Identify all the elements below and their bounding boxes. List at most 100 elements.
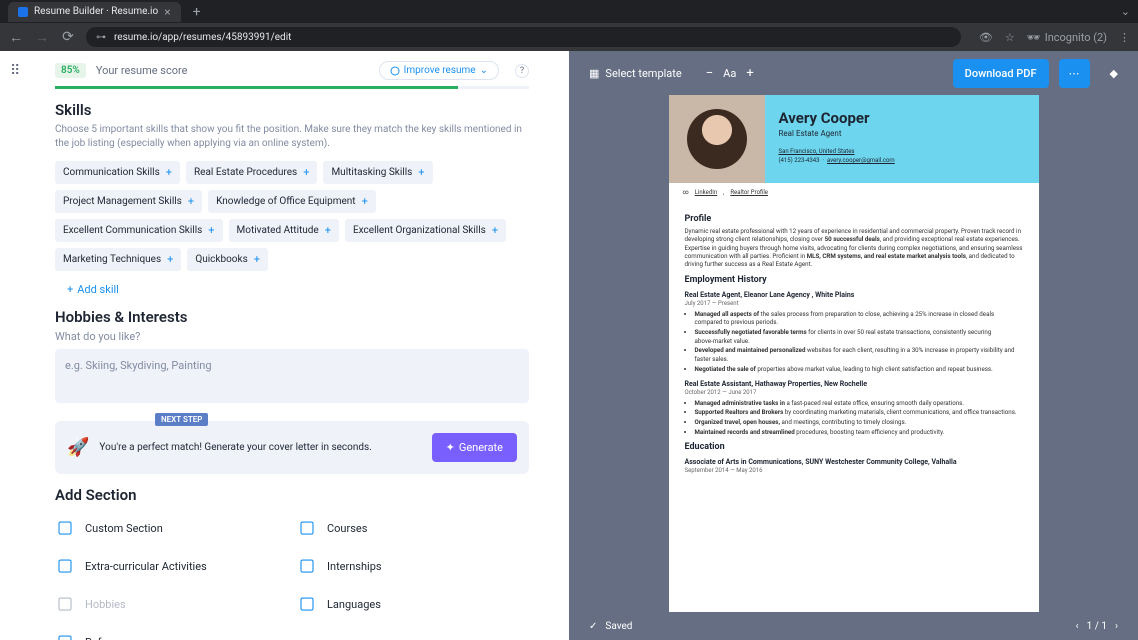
brand-icon: ◆ bbox=[1110, 67, 1118, 80]
add-section-ref[interactable]: References bbox=[55, 628, 287, 640]
add-section-intern[interactable]: Internships bbox=[297, 552, 529, 580]
add-skill-label: Add skill bbox=[77, 283, 119, 296]
skill-chip[interactable]: Excellent Organizational Skills+ bbox=[345, 219, 506, 242]
sparkle-icon bbox=[390, 66, 400, 76]
prev-page-button[interactable]: ‹ bbox=[1076, 621, 1079, 632]
lang-icon bbox=[297, 594, 317, 614]
chevron-down-icon: ⌄ bbox=[480, 65, 488, 76]
edu1-date: September 2014 — May 2016 bbox=[685, 467, 1023, 474]
employment-heading: Employment History bbox=[685, 275, 1023, 285]
resume-email: avery.cooper@gmail.com bbox=[827, 157, 895, 164]
skill-chip[interactable]: Communication Skills + bbox=[55, 161, 180, 184]
plus-icon: + bbox=[418, 166, 424, 179]
close-icon[interactable]: × bbox=[164, 5, 170, 19]
chevron-down-icon[interactable]: ⌄ bbox=[1121, 5, 1130, 18]
incognito-indicator[interactable]: 🕶 Incognito (2) bbox=[1027, 31, 1107, 44]
improve-resume-button[interactable]: Improve resume ⌄ bbox=[379, 61, 499, 80]
score-badge: 85% bbox=[55, 63, 86, 78]
chip-label: Excellent Communication Skills bbox=[63, 225, 202, 236]
resume-phone: (415) 223-4343 bbox=[779, 157, 820, 164]
job1-date: July 2017 — Present bbox=[685, 300, 1023, 307]
grid-icon: ▦ bbox=[589, 67, 599, 80]
browser-tab[interactable]: Resume Builder · Resume.io × bbox=[8, 2, 181, 22]
eye-off-icon[interactable]: 👁 bbox=[979, 31, 993, 44]
chip-label: Motivated Attitude bbox=[237, 225, 319, 236]
url-text: resume.io/app/resumes/45893991/edit bbox=[114, 32, 291, 43]
resume-link-1: LinkedIn bbox=[695, 189, 718, 196]
bullet: Managed all aspects of the sales process… bbox=[695, 310, 1023, 327]
match-text: You're a perfect match! Generate your co… bbox=[99, 442, 421, 453]
plus-icon: + bbox=[303, 166, 309, 179]
next-step-badge: NEXT STEP bbox=[155, 413, 208, 426]
help-icon[interactable]: ? bbox=[515, 64, 529, 78]
add-skill-button[interactable]: + Add skill bbox=[55, 283, 529, 296]
hobbies-icon bbox=[55, 594, 75, 614]
skills-heading: Skills bbox=[55, 101, 529, 119]
favicon bbox=[18, 7, 28, 17]
add-item-label: Languages bbox=[327, 598, 381, 611]
star-icon[interactable]: ☆ bbox=[1005, 31, 1015, 44]
reload-button[interactable]: ⟳ bbox=[60, 29, 76, 45]
lock-icon: ⊶ bbox=[96, 32, 106, 43]
skill-chip[interactable]: Quickbooks + bbox=[187, 248, 268, 271]
plus-icon: + bbox=[254, 253, 260, 266]
chip-label: Marketing Techniques bbox=[63, 254, 161, 265]
profile-heading: Profile bbox=[685, 214, 1023, 224]
skill-chip[interactable]: Motivated Attitude + bbox=[229, 219, 339, 242]
add-section-custom[interactable]: Custom Section bbox=[55, 514, 287, 542]
chip-label: Communication Skills bbox=[63, 167, 160, 178]
bullet: Maintained records and streamlined proce… bbox=[695, 428, 1023, 437]
chip-label: Quickbooks bbox=[195, 254, 247, 265]
zoom-in-button[interactable]: + bbox=[746, 66, 753, 81]
more-button[interactable]: ⋯ bbox=[1059, 59, 1090, 88]
select-template-button[interactable]: ▦ Select template bbox=[589, 67, 682, 80]
template-label: Select template bbox=[605, 67, 681, 80]
add-item-label: Internships bbox=[327, 560, 382, 573]
plus-icon: + bbox=[325, 224, 331, 237]
apps-icon[interactable]: ⠿ bbox=[10, 63, 20, 79]
hobbies-heading: Hobbies & Interests bbox=[55, 308, 529, 326]
generate-label: Generate bbox=[459, 441, 503, 454]
courses-icon bbox=[297, 518, 317, 538]
plus-icon: + bbox=[208, 224, 214, 237]
bullet: Developed and maintained personalized we… bbox=[695, 346, 1023, 363]
forward-button: → bbox=[34, 29, 50, 46]
add-item-label: Hobbies bbox=[85, 598, 126, 611]
skill-chip[interactable]: Knowledge of Office Equipment+ bbox=[208, 190, 376, 213]
next-page-button[interactable]: › bbox=[1115, 621, 1118, 632]
check-icon: ✓ bbox=[589, 621, 597, 632]
add-item-label: Courses bbox=[327, 522, 367, 535]
generate-button[interactable]: ✦ Generate bbox=[432, 433, 517, 462]
link-icon: ∞ bbox=[683, 189, 689, 196]
plus-icon: + bbox=[166, 166, 172, 179]
skill-chip[interactable]: Excellent Communication Skills + bbox=[55, 219, 223, 242]
add-item-label: Custom Section bbox=[85, 522, 163, 535]
improve-label: Improve resume bbox=[404, 65, 476, 76]
hobbies-label: What do you like? bbox=[55, 330, 529, 343]
intern-icon bbox=[297, 556, 317, 576]
resume-name: Avery Cooper bbox=[779, 109, 1025, 127]
edu1-title: Associate of Arts in Communications, SUN… bbox=[685, 458, 1023, 466]
skill-chip[interactable]: Marketing Techniques + bbox=[55, 248, 181, 271]
menu-icon[interactable]: ⋮ bbox=[1119, 31, 1130, 44]
plus-icon: + bbox=[167, 253, 173, 266]
add-section-courses[interactable]: Courses bbox=[297, 514, 529, 542]
bullet: Organized travel, open houses, and meeti… bbox=[695, 418, 1023, 427]
add-section-activities[interactable]: Extra-curricular Activities bbox=[55, 552, 287, 580]
add-section-lang[interactable]: Languages bbox=[297, 590, 529, 618]
chip-label: Multitasking Skills bbox=[331, 167, 412, 178]
skill-chip[interactable]: Multitasking Skills + bbox=[323, 161, 432, 184]
incognito-icon: 🕶 bbox=[1027, 31, 1041, 44]
download-pdf-button[interactable]: Download PDF bbox=[953, 59, 1049, 88]
new-tab-button[interactable]: + bbox=[193, 4, 201, 20]
back-button[interactable]: ← bbox=[8, 29, 24, 46]
hobbies-input[interactable] bbox=[55, 349, 529, 403]
chip-label: Real Estate Procedures bbox=[194, 167, 297, 178]
job2-date: October 2012 — June 2017 bbox=[685, 389, 1023, 396]
skill-chip[interactable]: Real Estate Procedures + bbox=[186, 161, 317, 184]
url-bar[interactable]: ⊶ resume.io/app/resumes/45893991/edit bbox=[86, 27, 961, 47]
skill-chip[interactable]: Project Management Skills+ bbox=[55, 190, 202, 213]
zoom-out-button[interactable]: − bbox=[706, 66, 713, 81]
saved-label: Saved bbox=[605, 621, 632, 632]
rocket-icon: 🚀 bbox=[67, 437, 89, 458]
